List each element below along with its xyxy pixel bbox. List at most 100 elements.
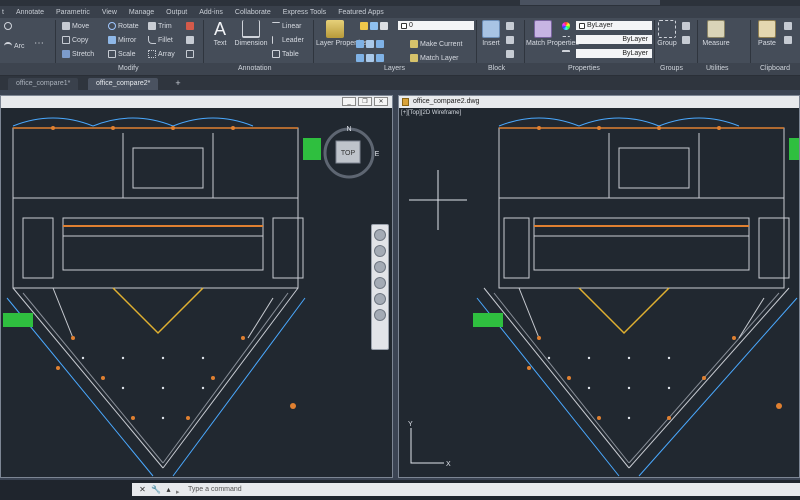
explode-tool[interactable] (186, 36, 194, 44)
command-line[interactable]: ✕ 🔧 ▴ ▸ Type a command (132, 483, 800, 496)
tab-manage[interactable]: Manage (123, 9, 160, 16)
viewport-right-titlebar: office_compare2.dwg (399, 96, 799, 108)
mirror-tool[interactable]: Mirror (108, 36, 136, 44)
tab-annotate[interactable]: Annotate (10, 9, 50, 16)
tab-express-tools[interactable]: Express Tools (277, 9, 332, 16)
layer-properties-button[interactable]: Layer Properties (316, 20, 367, 47)
crosshair-cursor (409, 170, 467, 230)
tab-add-ins[interactable]: Add-ins (193, 9, 229, 16)
viewcube[interactable]: TOP N E (321, 121, 381, 181)
close-icon[interactable]: ✕ (374, 97, 388, 106)
panel-title-modify[interactable]: Modify (118, 65, 139, 72)
panel-title-utilities[interactable]: Utilities (706, 65, 729, 72)
table-button[interactable]: Table (272, 50, 299, 58)
text-button[interactable]: A Text (208, 20, 232, 47)
layer-tools-row-1[interactable] (356, 40, 384, 48)
sun-icon (370, 22, 378, 30)
table-icon (272, 50, 280, 58)
orbit-icon[interactable] (374, 277, 386, 289)
array-tool[interactable]: Array (148, 50, 175, 58)
block-attribute-button[interactable] (506, 50, 514, 58)
new-tab-plus-icon[interactable]: + (173, 79, 183, 89)
layer-state-icons[interactable] (360, 22, 388, 30)
tab-collaborate[interactable]: Collaborate (229, 9, 277, 16)
linetype-dropdown[interactable]: ByLayer (576, 35, 652, 44)
ungroup-button[interactable] (682, 22, 690, 30)
viewport-right[interactable]: office_compare2.dwg [+][Top][2D Wirefram… (398, 95, 800, 478)
floor-plan-drawing-right[interactable]: Y X (399, 108, 800, 478)
list-icon (562, 50, 570, 58)
fillet-tool[interactable]: Fillet (148, 36, 173, 44)
showmotion-icon[interactable] (374, 293, 386, 305)
recent-commands-icon[interactable]: ▴ (164, 485, 173, 494)
panel-title-block[interactable]: Block (488, 65, 505, 72)
explode-icon (186, 36, 194, 44)
panel-title-clipboard[interactable]: Clipboard (760, 65, 790, 72)
tab-view[interactable]: View (96, 9, 123, 16)
dimension-button[interactable]: Dimension (234, 20, 268, 47)
group-icon (658, 20, 676, 38)
edit-block-button[interactable] (506, 36, 514, 44)
move-tool[interactable]: Move (62, 22, 89, 30)
layer-tools-row-2[interactable] (356, 54, 384, 62)
panel-title-groups[interactable]: Groups (660, 65, 683, 72)
lineweight-dropdown[interactable]: ByLayer (576, 49, 652, 58)
draw-dropdown[interactable]: ⋯ (34, 38, 44, 49)
steering-wheel-icon[interactable] (374, 229, 386, 241)
edit-block-icon (506, 36, 514, 44)
leader-dropdown[interactable]: Leader (272, 36, 304, 44)
ucs-x-label: X (446, 461, 451, 468)
linear-dim-dropdown[interactable]: Linear (272, 22, 301, 30)
offset-tool[interactable] (186, 50, 194, 58)
wrench-icon[interactable]: 🔧 (151, 485, 161, 494)
zoom-extents-icon[interactable] (374, 261, 386, 273)
scale-tool[interactable]: Scale (108, 50, 136, 58)
tab-output[interactable]: Output (160, 9, 193, 16)
create-block-button[interactable] (506, 22, 514, 30)
layer-unisolate-icon (356, 54, 364, 62)
make-current-button[interactable]: Make Current (410, 40, 462, 48)
layer-freeze-icon (376, 40, 384, 48)
arc-tool[interactable]: Arc (4, 42, 25, 50)
linear-icon (272, 22, 280, 30)
rotate-tool[interactable]: Rotate (108, 22, 139, 30)
layer-isolate-icon (356, 40, 364, 48)
dimension-icon (242, 20, 260, 38)
tab-featured-apps[interactable]: Featured Apps (332, 9, 390, 16)
tab-home[interactable]: t (0, 9, 10, 16)
paste-button[interactable]: Paste (754, 20, 780, 47)
measure-button[interactable]: Measure (700, 20, 732, 47)
layer-color-swatch (401, 22, 407, 29)
panel-title-layers[interactable]: Layers (384, 65, 405, 72)
ribbon-panel-titles: Modify Annotation Layers Block Propertie… (0, 63, 800, 75)
panel-title-annotation[interactable]: Annotation (238, 65, 271, 72)
panel-title-properties[interactable]: Properties (568, 65, 600, 72)
group-edit-button[interactable] (682, 36, 690, 44)
match-layer-button[interactable]: Match Layer (410, 54, 459, 62)
viewport-left[interactable]: _ ❐ ✕ TOP N E (0, 95, 393, 478)
doc-tab-office-compare2[interactable]: office_compare2* (88, 78, 159, 90)
copy-clip-button[interactable] (784, 36, 792, 44)
nav-bar-options-icon[interactable] (374, 309, 386, 321)
tab-parametric[interactable]: Parametric (50, 9, 96, 16)
trim-tool[interactable]: Trim (148, 22, 172, 30)
doc-tab-office-compare1[interactable]: office_compare1* (8, 78, 79, 90)
group-button[interactable]: Group (656, 20, 678, 47)
clipboard-icon (758, 20, 776, 38)
color-dropdown[interactable]: ByLayer (576, 21, 652, 30)
layer-dropdown[interactable]: 0 (398, 21, 474, 30)
cut-button[interactable] (784, 22, 792, 30)
close-icon[interactable]: ✕ (138, 485, 147, 494)
erase-tool[interactable] (186, 22, 194, 30)
stretch-tool[interactable]: Stretch (62, 50, 94, 58)
layer-properties-icon (326, 20, 344, 38)
restore-icon[interactable]: ❐ (358, 97, 372, 106)
minimize-icon[interactable]: _ (342, 97, 356, 106)
match-properties-button[interactable]: Match Properties (526, 20, 579, 47)
pan-hand-icon[interactable] (374, 245, 386, 257)
group-edit-icon (682, 36, 690, 44)
draw-circle-tool[interactable] (4, 22, 12, 30)
copy-tool[interactable]: Copy (62, 36, 88, 44)
help-search-box[interactable] (520, 0, 660, 5)
insert-button[interactable]: Insert (478, 20, 504, 47)
